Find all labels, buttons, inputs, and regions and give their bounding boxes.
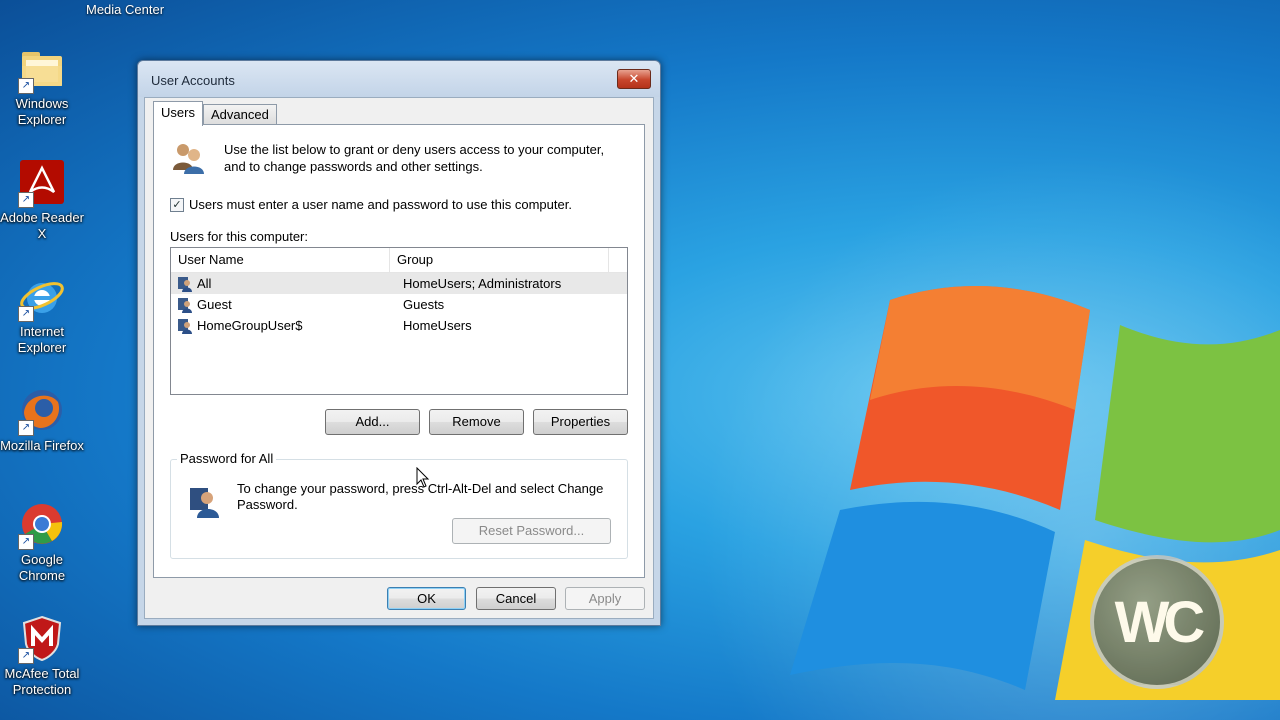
require-login-checkbox[interactable]: ✓ [170,197,184,212]
desktop-icon-label: McAfee Total Protection [4,666,80,697]
desktop-icon-label: Adobe Reader X [0,210,84,241]
dialog-titlebar[interactable]: User Accounts ✕ [138,61,660,97]
users-icon [173,144,204,174]
dialog-client-area: Users Advanced Use the list below to gra… [144,97,654,619]
users-list-header: User Name Group [171,248,627,273]
internet-explorer-icon: ↗ [18,272,66,322]
add-user-button[interactable]: Add... [325,409,420,435]
desktop-icon-internet-explorer[interactable]: ↗ Internet Explorer [0,272,84,356]
intro-text: Use the list below to grant or deny user… [224,142,605,174]
desktop-icon-label: Mozilla Firefox [0,438,84,453]
desktop-icon-label: Internet Explorer [17,324,67,355]
shortcut-arrow-icon: ↗ [18,306,34,322]
desktop-icon-mozilla-firefox[interactable]: ↗ Mozilla Firefox [0,386,84,454]
shortcut-arrow-icon: ↗ [18,78,34,94]
shortcut-arrow-icon: ↗ [18,192,34,208]
column-header-group[interactable]: Group [390,248,609,272]
password-group: Password for All To change your password… [170,451,628,559]
tab-advanced[interactable]: Advanced [203,104,277,125]
ok-button[interactable]: OK [387,587,466,610]
watermark-badge: WC [1090,555,1224,689]
user-icon [178,297,192,313]
user-name-cell: HomeGroupUser$ [171,318,395,334]
column-header-user-name[interactable]: User Name [171,248,390,272]
properties-button[interactable]: Properties [533,409,628,435]
user-name: Guest [197,297,232,312]
shortcut-arrow-icon: ↗ [18,534,34,550]
cancel-button[interactable]: Cancel [476,587,556,610]
require-login-row: ✓ Users must enter a user name and passw… [170,197,572,212]
apply-button[interactable]: Apply [565,587,645,610]
table-row[interactable]: HomeGroupUser$ HomeUsers [171,315,627,336]
user-password-icon [190,488,219,518]
user-accounts-dialog: User Accounts ✕ Users Advanced Use the l… [137,60,661,626]
shortcut-arrow-icon: ↗ [18,420,34,436]
password-group-legend: Password for All [177,451,277,466]
user-name: HomeGroupUser$ [197,318,303,333]
user-name-cell: Guest [171,297,395,313]
users-list[interactable]: User Name Group All HomeUsers; Administr… [170,247,628,395]
desktop-icon-adobe-reader[interactable]: ↗ Adobe Reader X [0,158,84,242]
user-icon [178,276,192,292]
require-login-label[interactable]: Users must enter a user name and passwor… [189,197,572,212]
user-name-cell: All [171,276,395,292]
mouse-cursor-icon [416,467,430,488]
desktop-icon-windows-explorer[interactable]: ↗ Windows Explorer [0,44,84,128]
shortcut-arrow-icon: ↗ [18,648,34,664]
user-group: Guests [403,297,445,312]
users-list-label: Users for this computer: [170,229,308,244]
close-button[interactable]: ✕ [617,69,651,89]
desktop-icon-google-chrome[interactable]: ↗ Google Chrome [0,500,84,584]
desktop-icon-mcafee[interactable]: ↗ McAfee Total Protection [0,614,84,698]
user-group: HomeUsers; Administrators [403,276,562,291]
chrome-icon: ↗ [18,500,66,550]
mcafee-shield-icon: ↗ [18,614,66,664]
user-name: All [197,276,212,291]
desktop-icon-label: Windows Explorer [15,96,69,127]
table-row[interactable]: Guest Guests [171,294,627,315]
remove-user-button[interactable]: Remove [429,409,524,435]
desktop-icon-label: Google Chrome [18,552,66,583]
firefox-icon: ↗ [18,386,66,436]
users-tab-panel: Use the list below to grant or deny user… [153,124,645,578]
tab-users[interactable]: Users [153,101,203,126]
user-group: HomeUsers [403,318,472,333]
table-row[interactable]: All HomeUsers; Administrators [171,273,627,294]
adobe-reader-icon: ↗ [18,158,66,208]
user-icon [178,318,192,334]
desktop-icon-media-center-label[interactable]: Media Center [86,2,164,17]
dialog-title: User Accounts [151,73,235,88]
folder-icon: ↗ [18,44,66,94]
reset-password-button[interactable]: Reset Password... [452,518,611,544]
